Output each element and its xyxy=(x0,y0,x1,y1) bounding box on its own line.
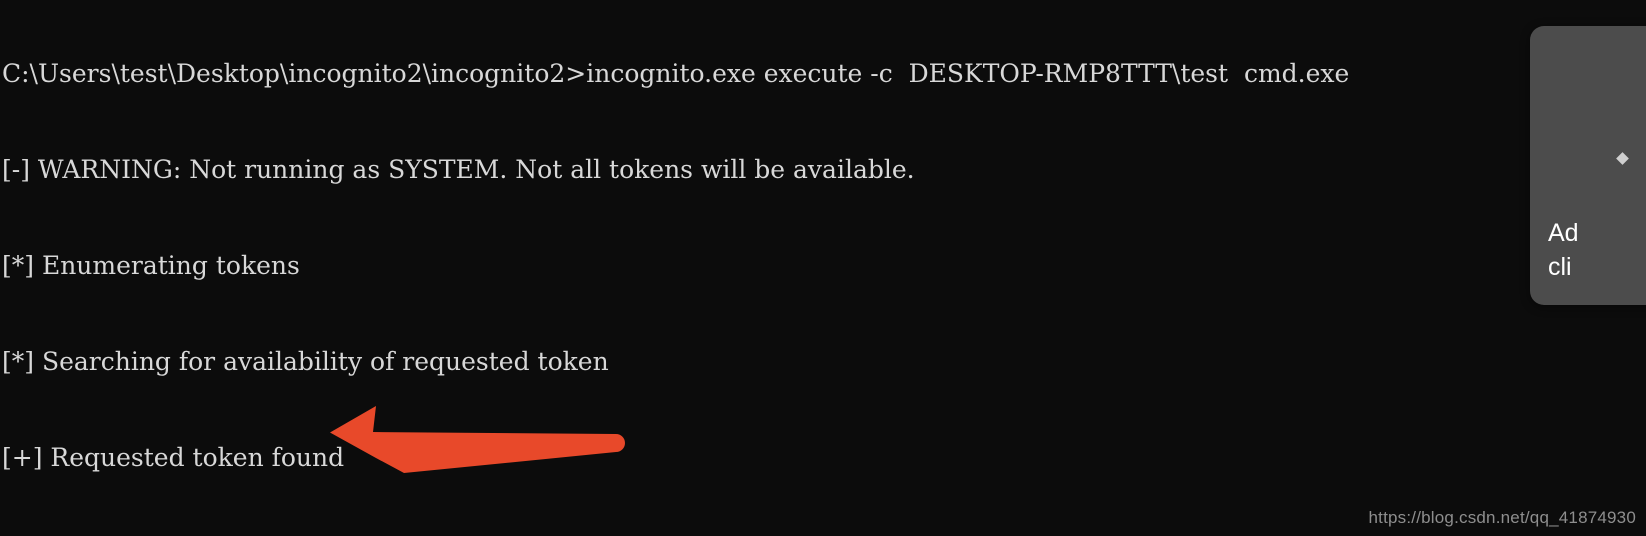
console-line: C:\Users\test\Desktop\incognito2\incogni… xyxy=(2,59,1350,88)
command-prompt-window: C:\Users\test\Desktop\incognito2\incogni… xyxy=(0,0,1646,536)
panel-marker-icon xyxy=(1616,152,1629,165)
watermark: https://blog.csdn.net/qq_41874930 xyxy=(1368,508,1636,527)
console-line: [*] Searching for availability of reques… xyxy=(2,347,609,376)
console-line: [-] WARNING: Not running as SYSTEM. Not … xyxy=(2,155,915,184)
side-panel-text: Ad cli xyxy=(1548,219,1579,281)
console-output[interactable]: C:\Users\test\Desktop\incognito2\incogni… xyxy=(0,0,1646,536)
console-line: [*] Enumerating tokens xyxy=(2,251,300,280)
console-line: [+] Requested token found xyxy=(2,443,345,472)
side-panel[interactable]: Ad cli xyxy=(1530,26,1646,305)
